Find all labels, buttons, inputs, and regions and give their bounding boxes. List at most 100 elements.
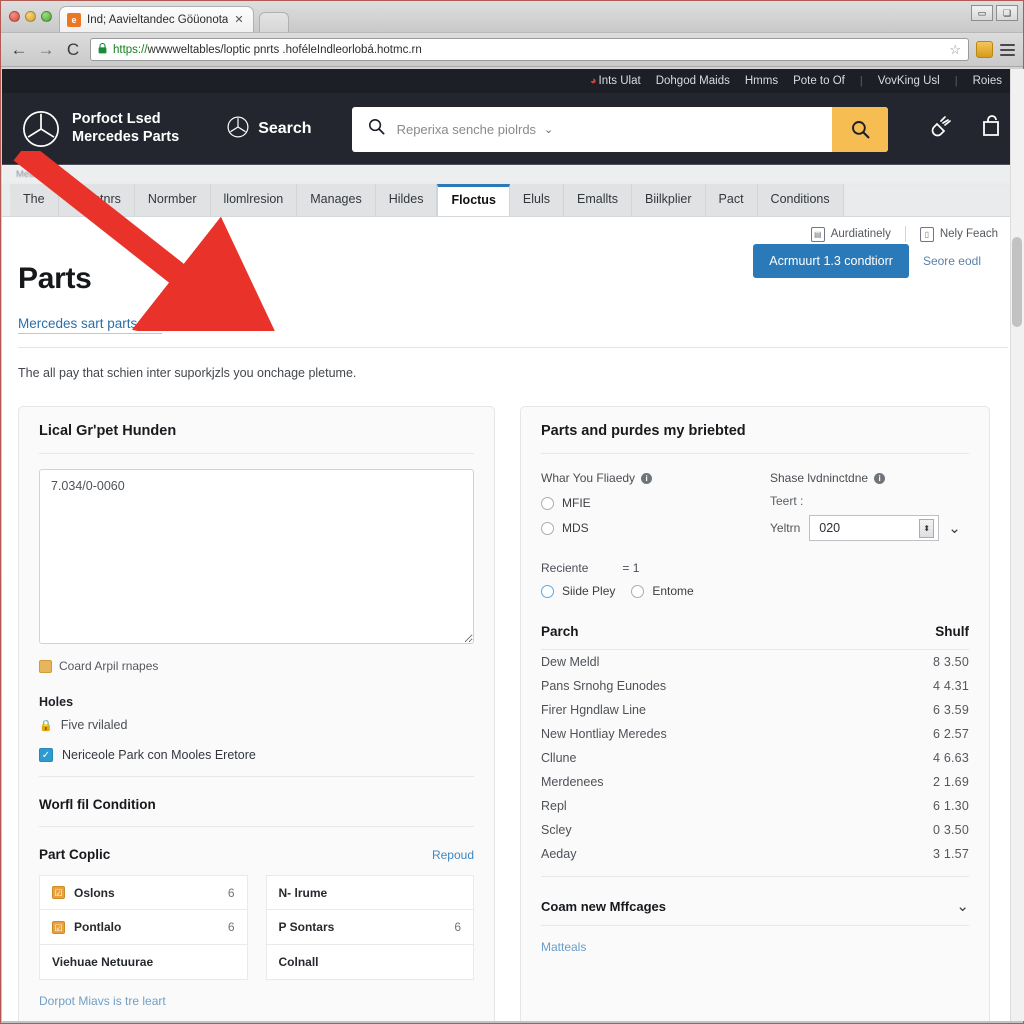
info-icon[interactable]: i xyxy=(641,472,653,484)
minimize-window-icon[interactable] xyxy=(25,11,36,22)
utility-link-2[interactable]: Hmms xyxy=(745,75,778,87)
radio-icon[interactable] xyxy=(541,584,554,598)
page-scrollbar[interactable] xyxy=(1010,69,1024,1021)
chevron-down-icon[interactable]: ⌄ xyxy=(956,897,969,915)
table-row[interactable]: Firer Hgndlaw Line 6 3.59 xyxy=(541,698,969,722)
page-lead-text: The all pay that schien inter suporkjzls… xyxy=(18,366,357,380)
tab-floctus[interactable]: Floctus xyxy=(437,184,510,216)
reload-icon[interactable]: C xyxy=(63,40,83,60)
browser-titlebar: e Ind; Aavieltandec Göüonota ✕ ▭ ❏ xyxy=(1,1,1023,33)
tab-manages[interactable]: Manages xyxy=(297,184,376,216)
utility-link-1[interactable]: Dohgod Maids xyxy=(656,75,730,87)
right-card-fields: Whar You Fliaedy i MFIE MDS Shase lvdnin… xyxy=(541,471,969,541)
list-item[interactable]: P Sontars 6 xyxy=(265,910,474,945)
tab-eluls[interactable]: Eluls xyxy=(509,184,564,216)
tab-the[interactable]: The xyxy=(10,184,59,216)
list-item-label: N- lrume xyxy=(278,885,328,900)
plug-icon[interactable] xyxy=(928,114,954,145)
utility-link-0[interactable]: ◕ Ints Ulat xyxy=(590,75,641,87)
tab-spestnrs[interactable]: Spestnrs xyxy=(58,184,135,216)
radio-mfie[interactable]: MFIE xyxy=(541,496,740,510)
tab-llomlresion[interactable]: llomlresion xyxy=(210,184,298,216)
back-icon[interactable]: ← xyxy=(9,40,29,60)
part-grid-more-link[interactable]: Dorpot Miavs is tre leart xyxy=(39,994,474,1008)
utility-availability[interactable]: ▤ Aurdiatinely xyxy=(810,226,891,242)
table-row[interactable]: Cllune 4 6.63 xyxy=(541,746,969,770)
radio-siide-pley[interactable]: Siide Pley xyxy=(541,584,615,598)
list-item[interactable]: Colnall xyxy=(265,945,474,980)
address-bar[interactable]: https://wwwweltables/loptic pnrts .hofél… xyxy=(90,38,969,61)
search-placeholder-text: Reperixa senche piolrds xyxy=(396,121,537,137)
tab-emallts[interactable]: Emallts xyxy=(564,184,632,216)
browser-menu-icon[interactable] xyxy=(1000,43,1015,56)
page-subtitle-link[interactable]: Mercedes sart parts Lity xyxy=(18,316,163,334)
stepper-arrows-icon[interactable]: ⬍ xyxy=(919,518,935,538)
tab-normber[interactable]: Normber xyxy=(134,184,211,216)
utility-link-5[interactable]: Roies xyxy=(973,75,1002,87)
radio-entome[interactable]: Entome xyxy=(631,584,694,598)
row-value: 8 3.50 xyxy=(933,655,969,669)
utility-newfeach[interactable]: ▯ Nely Feach xyxy=(919,226,998,242)
row-name: Cllune xyxy=(541,751,577,765)
maximize-window-icon[interactable] xyxy=(41,11,52,22)
radio-icon[interactable] xyxy=(631,584,645,598)
new-tab-button[interactable] xyxy=(258,12,289,32)
info-icon[interactable]: i xyxy=(874,472,886,484)
minimize-icon[interactable]: ▭ xyxy=(971,5,993,21)
radio-label: Entome xyxy=(652,584,694,598)
table-row[interactable]: Repl 6 1.30 xyxy=(541,794,969,818)
accordion-header[interactable]: Coam new Mffcages ⌄ xyxy=(541,897,969,915)
search-input[interactable]: Reperixa senche piolrds ⌄ xyxy=(351,106,888,152)
secondary-action-link[interactable]: Seore eodl xyxy=(923,254,981,268)
nericeole-checkbox-row[interactable]: ✓ Nericeole Park con Mooles Eretore xyxy=(39,748,474,762)
close-window-icon[interactable] xyxy=(9,11,20,22)
browser-tabstrip[interactable]: e Ind; Aavieltandec Göüonota ✕ xyxy=(59,6,289,32)
chevron-down-icon[interactable]: ⌄ xyxy=(948,519,961,537)
table-row[interactable]: Scley 0 3.50 xyxy=(541,818,969,842)
utility-link-3[interactable]: Pote to Of xyxy=(793,75,845,87)
part-section-action[interactable]: Repoud xyxy=(432,848,474,862)
list-item[interactable]: Viehuae Netuurae xyxy=(39,945,248,980)
list-item[interactable]: ☑ Pontlalo 6 xyxy=(39,910,248,945)
table-row[interactable]: Aeday 3 1.57 xyxy=(541,842,969,866)
tab-hildes[interactable]: Hildes xyxy=(375,184,438,216)
window-controls[interactable]: ▭ ❏ xyxy=(971,5,1018,21)
radio-icon[interactable] xyxy=(541,496,554,510)
tab-pact[interactable]: Pact xyxy=(705,184,758,216)
extension-icon[interactable] xyxy=(976,41,993,58)
upload-row[interactable]: Coard Arpil rnapes xyxy=(39,659,474,673)
tab-conditions[interactable]: Conditions xyxy=(757,184,844,216)
quantity-stepper[interactable]: 020 ⬍ xyxy=(809,515,940,541)
window-traffic-lights[interactable] xyxy=(9,11,52,22)
list-item[interactable]: ☑ Oslons 6 xyxy=(39,875,248,910)
row-name: Dew Meldl xyxy=(541,655,600,669)
table-row[interactable]: Merdenees 2 1.69 xyxy=(541,770,969,794)
table-row[interactable]: Pans Srnohg Eunodes 4 4.31 xyxy=(541,674,969,698)
close-icon[interactable]: ✕ xyxy=(234,13,243,26)
radio-icon[interactable] xyxy=(541,521,554,535)
table-row[interactable]: Dew Meldl 8 3.50 xyxy=(541,650,969,674)
utility-link-4[interactable]: VovKing Usl xyxy=(878,75,940,87)
forward-icon[interactable]: → xyxy=(36,40,56,60)
brand-logo[interactable]: Porfoct Lsed Mercedes Parts xyxy=(22,110,179,148)
tab-biilkplier[interactable]: Biilkplier xyxy=(631,184,706,216)
checkbox-icon[interactable]: ✓ xyxy=(39,748,53,762)
reciente-label: Reciente xyxy=(541,561,589,575)
list-item[interactable]: N- lrume xyxy=(265,875,474,910)
radio-mds[interactable]: MDS xyxy=(541,521,740,535)
part-number-textarea[interactable] xyxy=(39,469,474,644)
restore-icon[interactable]: ❏ xyxy=(996,5,1018,21)
accordion-link[interactable]: Matteals xyxy=(541,940,969,954)
cart-icon[interactable] xyxy=(980,114,1004,144)
browser-tab[interactable]: e Ind; Aavieltandec Göüonota ✕ xyxy=(59,6,254,32)
page-tabs[interactable]: The Spestnrs Normber llomlresion Manages… xyxy=(2,184,1024,217)
bookmark-star-icon[interactable]: ☆ xyxy=(949,42,961,58)
table-row[interactable]: New Hontliay Meredes 6 2.57 xyxy=(541,722,969,746)
primary-action-button[interactable]: Acrmuurt 1.3 condtiorr xyxy=(753,244,909,278)
divider xyxy=(39,826,474,827)
divider xyxy=(541,925,969,926)
search-submit-button[interactable] xyxy=(832,106,888,152)
chevron-down-icon[interactable]: ⌄ xyxy=(544,123,553,136)
scrollbar-thumb[interactable] xyxy=(1012,237,1022,327)
search-nav-item[interactable]: Search xyxy=(227,115,312,143)
